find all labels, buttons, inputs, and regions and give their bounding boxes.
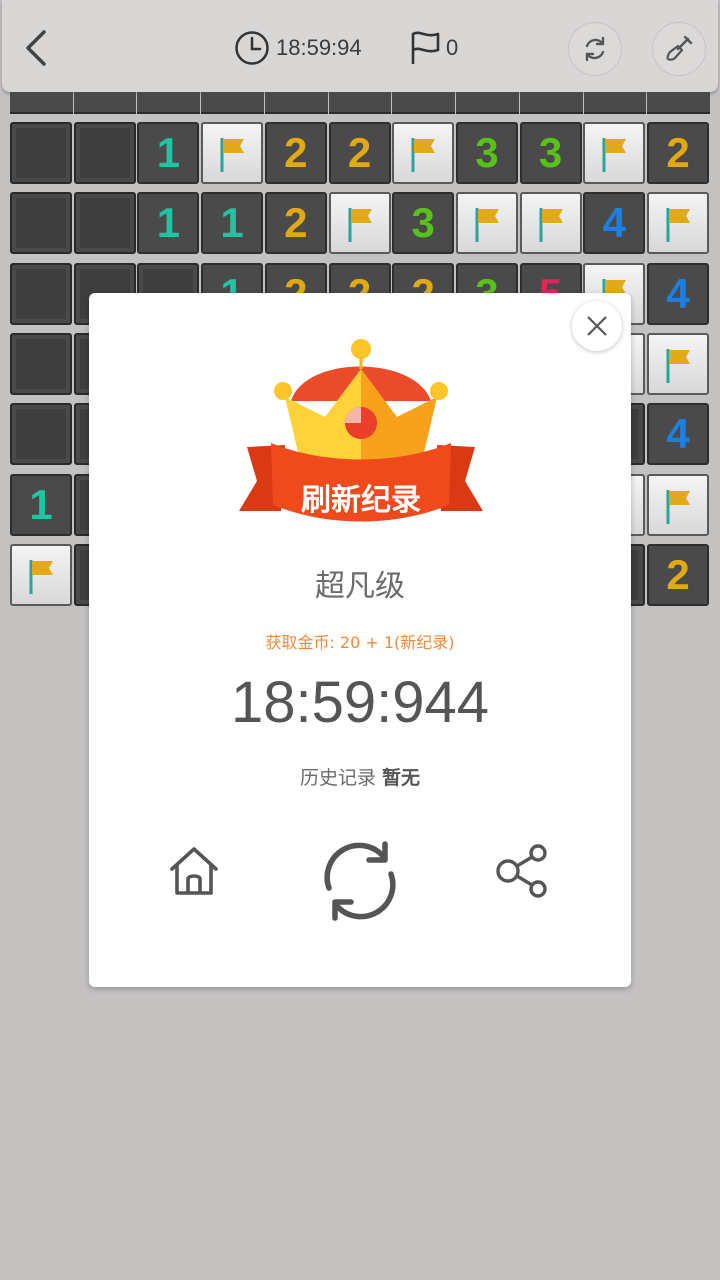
- history-value: 暂无: [382, 767, 421, 789]
- board-partial-row: [10, 92, 711, 114]
- cell-number-label: 1: [29, 480, 53, 528]
- back-button[interactable]: [18, 26, 58, 70]
- cell-number-label: 4: [666, 410, 690, 458]
- cell-flagged[interactable]: [10, 543, 72, 606]
- close-button[interactable]: [572, 301, 622, 351]
- flag-icon: [602, 138, 627, 172]
- cell-number-label: 2: [666, 550, 690, 598]
- cell-number-label: 3: [411, 199, 435, 247]
- cell-number[interactable]: 3: [519, 122, 582, 184]
- timer: 18:59:94: [234, 30, 362, 66]
- cell-number[interactable]: 3: [455, 122, 518, 184]
- flag-outline-icon: [411, 31, 440, 64]
- top-bar: 18:59:94 0: [2, 0, 718, 92]
- cell-number-label: 2: [347, 129, 372, 176]
- cell-number[interactable]: 4: [647, 262, 709, 325]
- cell-number[interactable]: 3: [392, 192, 455, 255]
- cell-flagged[interactable]: [647, 473, 709, 536]
- cell-number-label: 1: [156, 199, 181, 247]
- timer-value: 18:59:94: [276, 35, 362, 60]
- replay-icon: [324, 841, 396, 921]
- flag-icon: [666, 489, 690, 524]
- cell-number-label: 3: [475, 129, 499, 176]
- cell-number-label: 1: [220, 199, 244, 247]
- close-icon: [587, 316, 607, 336]
- cell-number[interactable]: 2: [264, 122, 327, 184]
- cell-number-label: 2: [284, 199, 308, 247]
- replay-button[interactable]: [317, 838, 403, 924]
- flag-icon: [666, 208, 690, 243]
- result-dialog: 刷新纪录 超凡级 获取金币: 20 + 1(新纪录) 18:59:944 历史记…: [89, 293, 631, 987]
- cell-flagged[interactable]: [647, 332, 709, 395]
- cell-number-label: 4: [666, 269, 690, 317]
- flag-icon: [220, 138, 245, 172]
- cell-flagged[interactable]: [392, 122, 455, 184]
- cell-number[interactable]: 2: [328, 122, 391, 184]
- cell-unrevealed[interactable]: [73, 122, 136, 184]
- cell-number[interactable]: 4: [583, 192, 646, 255]
- flag-icon: [29, 559, 53, 594]
- share-icon: [496, 844, 547, 898]
- cell-number[interactable]: 4: [647, 403, 709, 466]
- cell-flagged[interactable]: [647, 192, 709, 255]
- home-icon: [170, 847, 218, 895]
- final-time: 18:59:944: [230, 670, 490, 735]
- cell-number-label: 3: [538, 129, 563, 176]
- coins-earned: 获取金币: 20 + 1(新纪录): [265, 633, 455, 652]
- flag-counter: 0: [408, 30, 458, 66]
- cell-flagged[interactable]: [328, 192, 391, 255]
- difficulty-level: 超凡级: [315, 569, 405, 604]
- cell-number-label: 2: [666, 129, 690, 176]
- shovel-icon: [666, 35, 693, 61]
- cell-number-label: 1: [156, 129, 181, 176]
- cell-number[interactable]: 1: [201, 192, 264, 255]
- cell-number[interactable]: 1: [137, 122, 200, 184]
- cell-unrevealed[interactable]: [10, 403, 72, 466]
- cell-flagged[interactable]: [519, 192, 582, 255]
- clock-icon: [235, 31, 269, 65]
- flag-icon: [348, 208, 372, 243]
- chevron-left-icon: [26, 30, 46, 66]
- flag-icon: [666, 348, 690, 383]
- cell-number[interactable]: 1: [10, 473, 72, 536]
- shovel-button[interactable]: [652, 22, 706, 76]
- refresh-icon: [585, 36, 605, 62]
- flag-icon: [539, 208, 563, 243]
- cell-number[interactable]: 2: [647, 543, 709, 606]
- restart-button[interactable]: [568, 22, 622, 76]
- share-button[interactable]: [489, 838, 555, 904]
- flag-icon: [475, 208, 499, 243]
- cell-unrevealed[interactable]: [10, 332, 72, 395]
- cell-flagged[interactable]: [583, 122, 646, 184]
- new-record-banner: 刷新纪录: [301, 483, 421, 518]
- cell-number[interactable]: 1: [137, 192, 200, 255]
- history-record: 历史记录 暂无: [89, 763, 631, 790]
- home-button[interactable]: [161, 838, 227, 904]
- history-label: 历史记录: [299, 767, 376, 789]
- cell-unrevealed[interactable]: [10, 262, 72, 325]
- cell-flagged[interactable]: [455, 192, 518, 255]
- cell-number-label: 2: [284, 129, 308, 176]
- cell-flagged[interactable]: [201, 122, 264, 184]
- cell-number-label: 4: [602, 199, 626, 247]
- flag-icon: [411, 138, 436, 172]
- cell-unrevealed[interactable]: [10, 122, 72, 184]
- cell-number[interactable]: 2: [647, 122, 709, 184]
- cell-number[interactable]: 2: [264, 192, 327, 255]
- cell-unrevealed[interactable]: [10, 192, 72, 255]
- cell-unrevealed[interactable]: [73, 192, 136, 255]
- flag-count: 0: [446, 35, 459, 60]
